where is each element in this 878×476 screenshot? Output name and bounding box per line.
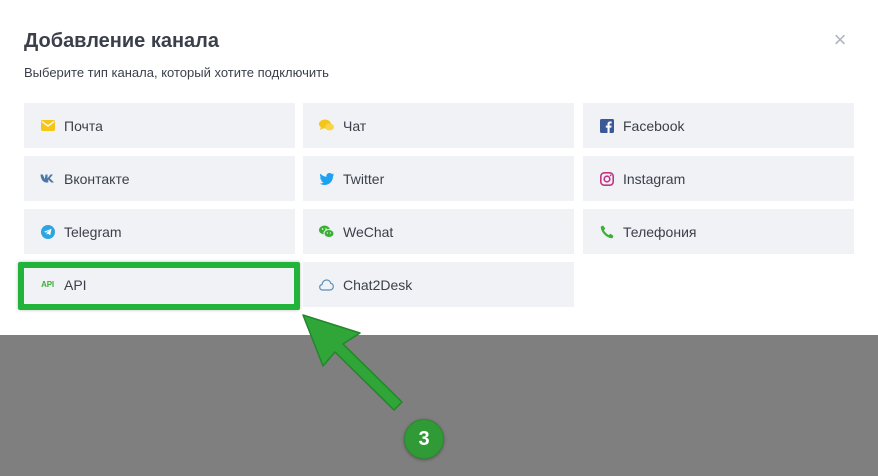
step-number-badge: 3 (404, 419, 444, 459)
pointer-arrow (302, 314, 403, 411)
